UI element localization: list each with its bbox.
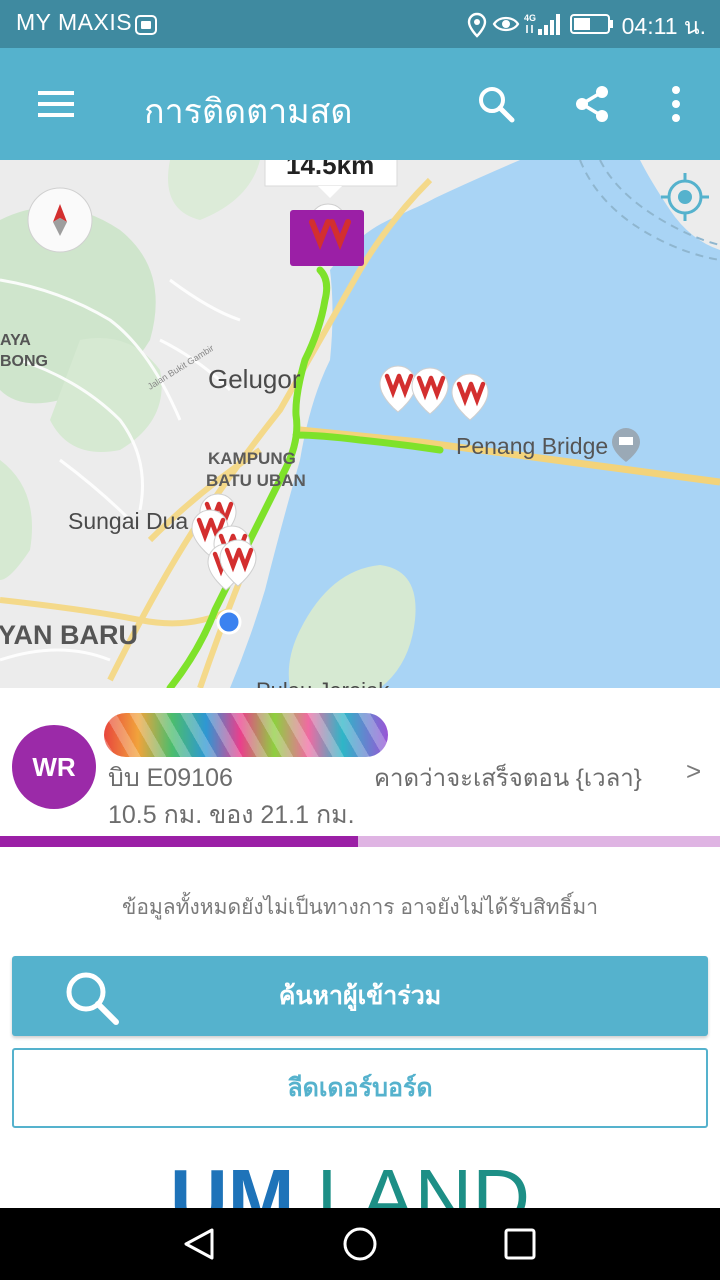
leaderboard-label: ลีดเดอร์บอร์ด — [287, 1074, 433, 1102]
more-options-button[interactable] — [656, 78, 696, 130]
share-icon — [576, 86, 608, 122]
current-position-dot — [216, 609, 242, 635]
progress-fill — [0, 836, 358, 847]
signal-icon: 4G — [524, 13, 560, 35]
search-icon — [479, 87, 515, 123]
chevron-right-icon[interactable]: > — [686, 756, 701, 787]
map-label-yan-baru: YAN BARU — [0, 620, 138, 650]
location-icon — [467, 12, 487, 38]
hamburger-icon — [38, 91, 74, 117]
search-button[interactable] — [470, 78, 522, 130]
recents-icon[interactable] — [500, 1224, 540, 1264]
clock: 04:11 น. — [621, 13, 706, 39]
status-bar: MY MAXIS 4G 04:11 น. — [0, 0, 720, 48]
bib-number: บิบ E09106 — [108, 764, 233, 792]
sponsor-logo: UM LAND — [170, 1150, 570, 1208]
search-participants-button[interactable]: ค้นหาผู้เข้าร่วม — [12, 956, 708, 1036]
progress-bar — [0, 836, 720, 847]
page-title: การติดตามสด — [144, 93, 353, 131]
participant-name-redacted — [104, 713, 388, 757]
menu-button[interactable] — [30, 78, 82, 130]
live-tracking-map[interactable]: Gelugor KAMPUNG BATU UBAN Sungai Dua Pen… — [0, 160, 720, 688]
leaderboard-button[interactable]: ลีดเดอร์บอร์ด — [12, 1048, 708, 1128]
carrier-name: MY MAXIS — [16, 9, 133, 35]
logo-part-1: UM — [170, 1153, 295, 1208]
logo-part-2: LAND — [316, 1153, 531, 1208]
map-label-aya: AYA — [0, 332, 31, 349]
map-label-sungai-dua: Sungai Dua — [68, 508, 188, 534]
disclaimer-text: ข้อมูลทั้งหมดยังไม่เป็นทางการ อาจยังไม่ไ… — [121, 896, 599, 919]
map-label-kampung: KAMPUNG — [208, 449, 296, 468]
distance-progress-text: 10.5 กม. ของ 21.1 กม. — [108, 801, 355, 829]
map-label-batu-uban: BATU UBAN — [206, 471, 306, 490]
compass-button[interactable] — [27, 187, 93, 253]
battery-icon — [570, 14, 613, 34]
share-button[interactable] — [566, 78, 618, 130]
map-label-gelugor: Gelugor — [208, 364, 301, 394]
map-label-penang-bridge: Penang Bridge — [456, 433, 608, 459]
avatar: WR — [12, 725, 96, 809]
back-icon[interactable] — [180, 1226, 220, 1262]
more-vert-icon — [672, 86, 680, 122]
map-label-pulau: Pulau Jerejak — [256, 678, 390, 688]
search-participants-label: ค้นหาผู้เข้าร่วม — [278, 982, 442, 1010]
system-nav-bar — [0, 1208, 720, 1280]
app-bar: การติดตามสด — [0, 48, 720, 160]
distance-label: 14.5km — [286, 160, 374, 180]
sim-icon — [135, 15, 157, 35]
map-label-bong: BONG — [0, 353, 48, 370]
eta-text[interactable]: คาดว่าจะเสร็จตอน {เวลา} — [374, 758, 642, 797]
eye-icon — [492, 16, 520, 32]
svg-text:4G: 4G — [524, 13, 536, 23]
finish-marker[interactable] — [290, 210, 364, 266]
home-icon[interactable] — [340, 1224, 380, 1264]
